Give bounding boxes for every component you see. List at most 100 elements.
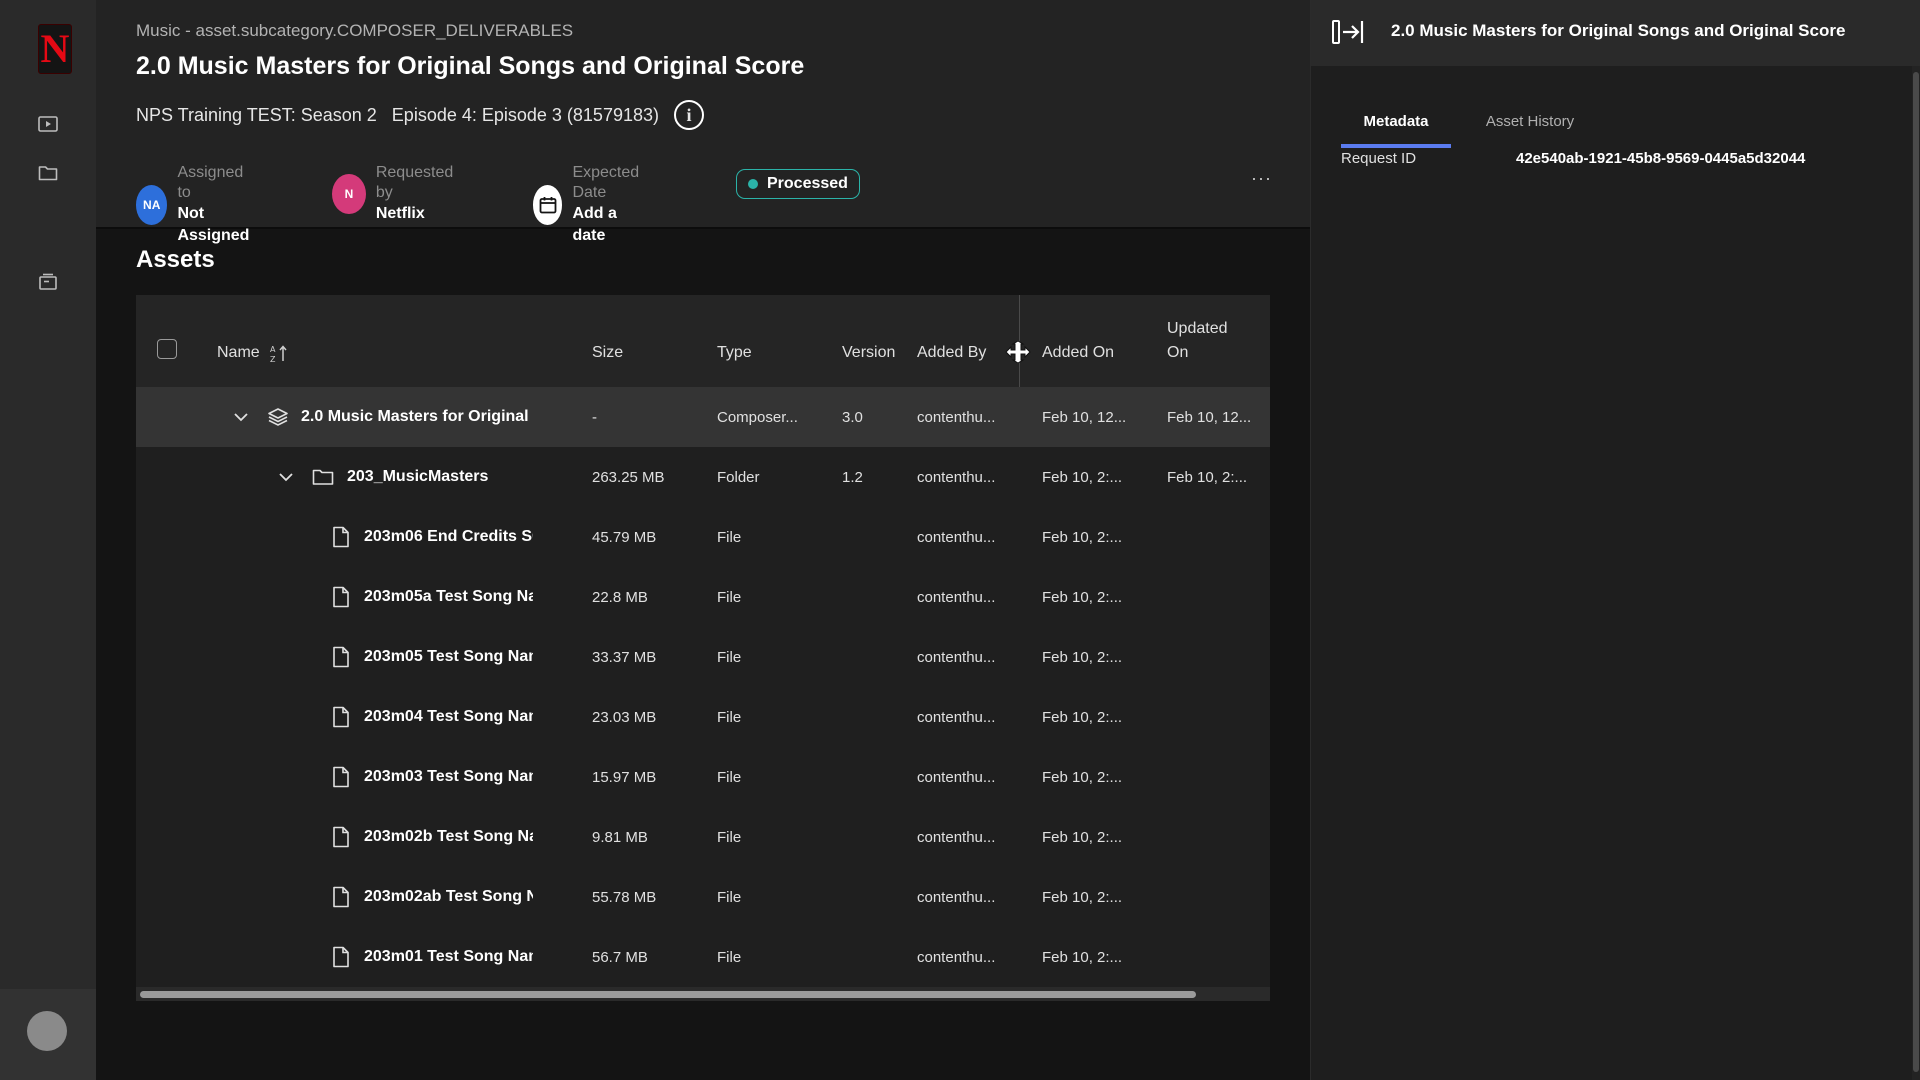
file-icon — [329, 944, 353, 970]
table-row[interactable]: 203m06 End Credits S02_ 45.79 MB File conte… — [136, 507, 1270, 567]
table-row[interactable]: 203m05 Test Song Name_ 33.37 MB File conten… — [136, 627, 1270, 687]
row-type: File — [717, 768, 742, 786]
horizontal-scrollbar[interactable] — [136, 987, 1270, 1001]
column-size[interactable]: Size — [592, 341, 623, 365]
column-type[interactable]: Type — [717, 341, 752, 365]
assignee-avatar: NA — [136, 185, 168, 225]
tab-metadata[interactable]: Metadata — [1341, 108, 1451, 148]
row-name[interactable]: 203m04 Test Song Name_ — [364, 687, 533, 747]
row-size: 9.81 MB — [592, 828, 648, 846]
row-size: 45.79 MB — [592, 528, 657, 546]
row-name[interactable]: 203m02ab Test Song Nam — [364, 867, 533, 927]
breadcrumb[interactable]: Music - asset.subcategory.COMPOSER_DELIV… — [136, 21, 573, 41]
title-subline: NPS Training TEST: Season 2 Episode 4: E… — [136, 100, 704, 130]
row-added-on: Feb 10, 2:... — [1042, 768, 1123, 786]
row-updated-on: Feb 10, 2:... — [1167, 468, 1248, 486]
table-row[interactable]: 203m05a Test Song Name 22.8 MB File content… — [136, 567, 1270, 627]
row-name[interactable]: 203m05 Test Song Name_ — [364, 627, 533, 687]
collapse-panel-icon[interactable] — [1331, 18, 1365, 46]
netflix-logo[interactable]: N — [38, 24, 72, 74]
more-options-button[interactable]: ··· — [1251, 168, 1272, 189]
resize-cursor-icon — [1005, 341, 1031, 363]
row-name[interactable]: 203m06 End Credits S02_ — [364, 507, 533, 567]
sort-icon[interactable]: AZ — [270, 343, 288, 363]
row-added-by: contenthu... — [917, 768, 996, 786]
file-icon — [329, 644, 353, 670]
column-name[interactable]: Name AZ — [217, 341, 288, 365]
app-window: N Music - asset.subcategory.COMPOSER_DEL… — [0, 0, 1920, 1080]
video-icon[interactable] — [36, 112, 60, 136]
inbox-icon[interactable] — [36, 270, 60, 294]
row-version: 1.2 — [842, 468, 863, 486]
expected-date[interactable]: Expected Date Add a date — [533, 163, 650, 247]
row-name[interactable]: 203m05a Test Song Name — [364, 567, 533, 627]
user-avatar[interactable] — [27, 1011, 67, 1051]
calendar-icon — [533, 185, 563, 225]
season-label: NPS Training TEST: Season 2 — [136, 104, 377, 125]
row-name[interactable]: 2.0 Music Masters for Original Son — [301, 387, 533, 447]
row-version: 3.0 — [842, 408, 863, 426]
rail-footer — [0, 989, 96, 1080]
row-size: 23.03 MB — [592, 708, 657, 726]
row-version — [842, 627, 902, 687]
row-added-on: Feb 10, 2:... — [1042, 648, 1123, 666]
row-type: Composer... — [717, 408, 798, 426]
info-icon[interactable]: i — [674, 100, 704, 130]
requested-label: Requested by — [375, 164, 454, 201]
row-name[interactable]: 203_MusicMasters — [347, 447, 533, 507]
table-row[interactable]: 203m01 Test Song Name_ 56.7 MB File content… — [136, 927, 1270, 987]
row-added-on: Feb 10, 2:... — [1042, 468, 1123, 486]
row-type: File — [717, 528, 742, 546]
column-version[interactable]: Version — [842, 341, 895, 365]
column-name-label: Name — [217, 344, 260, 361]
row-name[interactable]: 203m03 Test Song Name_ — [364, 747, 533, 807]
row-updated-on — [1167, 807, 1267, 867]
row-added-on: Feb 10, 2:... — [1042, 708, 1123, 726]
row-name[interactable]: 203m01 Test Song Name_ — [364, 927, 533, 987]
logo-letter: N — [40, 26, 70, 71]
table-row[interactable]: 203_MusicMasters 263.25 MB Folder 1.2 conten… — [136, 447, 1270, 507]
folder-icon[interactable] — [36, 161, 60, 185]
table-row[interactable]: 203m02b Test Song Name 9.81 MB File content… — [136, 807, 1270, 867]
row-updated-on — [1167, 567, 1267, 627]
request-header: Music - asset.subcategory.COMPOSER_DELIV… — [96, 0, 1310, 244]
column-added-on[interactable]: Added On — [1042, 341, 1114, 365]
column-added-by[interactable]: Added By — [917, 341, 986, 365]
row-updated-on: Feb 10, 12... — [1167, 408, 1252, 426]
table-row[interactable]: 203m02ab Test Song Nam 55.78 MB File conten… — [136, 867, 1270, 927]
table-row[interactable]: 203m04 Test Song Name_ 23.03 MB File conten… — [136, 687, 1270, 747]
request-id-label: Request ID — [1341, 150, 1417, 167]
row-updated-on — [1167, 687, 1267, 747]
row-name[interactable]: 203m02b Test Song Name — [364, 807, 533, 867]
row-added-by: contenthu... — [917, 948, 996, 966]
row-updated-on — [1167, 927, 1267, 987]
row-size: 56.7 MB — [592, 948, 648, 966]
expand-chevron-icon[interactable] — [276, 465, 296, 489]
row-added-on: Feb 10, 2:... — [1042, 948, 1123, 966]
row-version — [842, 567, 902, 627]
panel-vertical-scrollbar[interactable] — [1912, 66, 1920, 1080]
panel-title: 2.0 Music Masters for Original Songs and… — [1391, 21, 1846, 40]
row-added-on: Feb 10, 2:... — [1042, 528, 1123, 546]
table-row[interactable]: 203m03 Test Song Name_ 15.97 MB File conten… — [136, 747, 1270, 807]
page-title: 2.0 Music Masters for Original Songs and… — [136, 52, 805, 80]
assigned-to[interactable]: NA Assigned to Not Assigned — [136, 163, 258, 247]
column-updated-on[interactable]: Updated On — [1167, 317, 1228, 365]
file-icon — [329, 704, 353, 730]
row-added-on: Feb 10, 2:... — [1042, 828, 1123, 846]
tab-asset-history[interactable]: Asset History — [1466, 108, 1594, 148]
row-version — [842, 747, 902, 807]
requested-by: N Requested by Netflix — [332, 163, 459, 225]
panel-scroll-thumb[interactable] — [1913, 72, 1919, 1072]
row-version — [842, 687, 902, 747]
requester-avatar: N — [332, 174, 366, 214]
table-row[interactable]: 2.0 Music Masters for Original Son - Compo… — [136, 387, 1270, 447]
expand-chevron-icon[interactable] — [231, 405, 251, 429]
column-updated-line2: On — [1167, 344, 1189, 361]
row-added-by: contenthu... — [917, 828, 996, 846]
file-icon — [329, 884, 353, 910]
row-type: File — [717, 648, 742, 666]
horizontal-scroll-thumb[interactable] — [140, 991, 1196, 998]
row-added-by: contenthu... — [917, 708, 996, 726]
select-all-checkbox[interactable] — [157, 339, 177, 359]
